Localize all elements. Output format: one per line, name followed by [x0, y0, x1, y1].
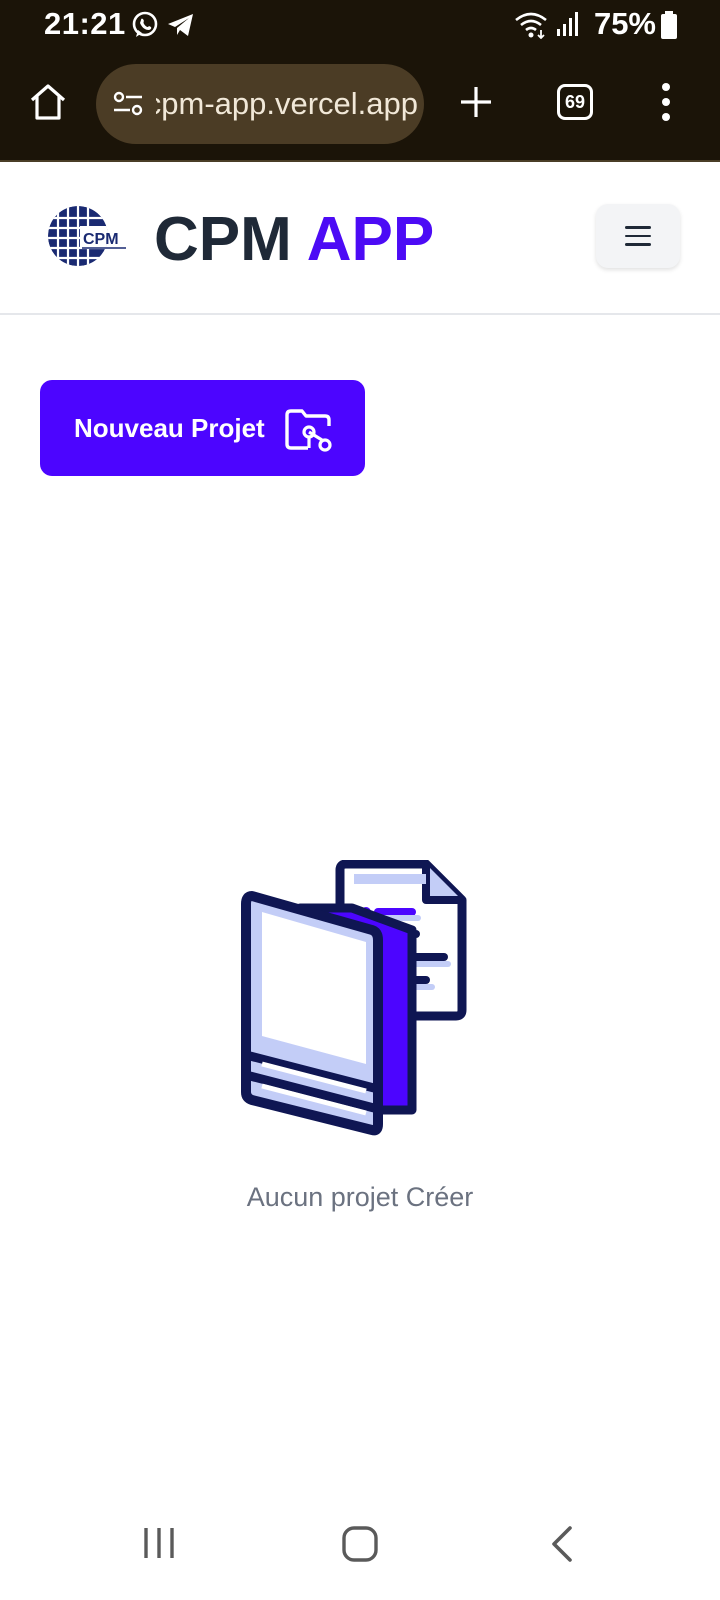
app-header: CPM CPM APP: [0, 162, 720, 315]
tab-switcher-button[interactable]: 69: [557, 84, 593, 120]
empty-folder-document-illustration: [241, 860, 467, 1136]
new-project-button[interactable]: Nouveau Projet: [40, 380, 365, 476]
signal-icon: [557, 12, 578, 36]
wifi-icon: [515, 12, 547, 39]
telegram-icon: [168, 14, 193, 36]
home-icon[interactable]: [28, 82, 68, 122]
address-bar[interactable]: cpm-app.vercel.app: [96, 64, 424, 144]
url-text[interactable]: cpm-app.vercel.app: [156, 86, 418, 122]
battery-percentage: 75%: [593, 6, 656, 41]
folder-search-icon: [285, 409, 332, 452]
back-icon[interactable]: [550, 1525, 574, 1563]
hamburger-menu-icon: [625, 226, 651, 246]
recent-apps-icon[interactable]: [142, 1526, 176, 1560]
logo-text: CPM: [83, 231, 119, 248]
new-tab-icon[interactable]: [458, 84, 494, 120]
more-vert-icon[interactable]: [660, 82, 672, 122]
brand-accent: APP: [306, 205, 435, 274]
new-project-label: Nouveau Projet: [74, 412, 265, 443]
system-navigation-bar: [0, 1510, 720, 1600]
home-nav-icon[interactable]: [341, 1525, 379, 1563]
status-time: 21:21: [44, 6, 126, 41]
brand-main: CPM: [154, 205, 292, 274]
site-settings-icon[interactable]: [112, 88, 144, 120]
browser-toolbar: cpm-app.vercel.app 69: [0, 50, 720, 162]
status-bar: 21:21 75%: [0, 0, 720, 50]
battery-icon: [661, 11, 677, 39]
cpm-logo-icon[interactable]: CPM: [46, 202, 128, 270]
empty-state-text: Aucun projet Créer: [246, 1182, 474, 1212]
tab-count: 69: [564, 91, 586, 112]
hamburger-menu-button[interactable]: [596, 204, 680, 268]
app-title: CPM APP: [154, 204, 434, 275]
whatsapp-icon: [132, 11, 158, 37]
